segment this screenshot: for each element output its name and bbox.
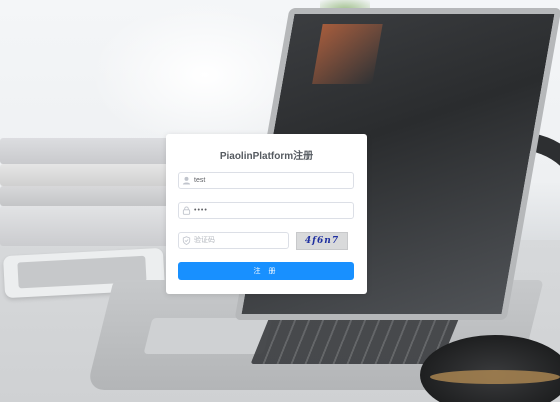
captcha-text: 4f6n7 [304,236,340,246]
cup-rim [430,370,560,384]
register-card: PiaolinPlatform注册 4f6n7 注 册 [166,134,367,294]
book [0,138,175,164]
book [0,186,175,206]
verify-code-field[interactable] [178,232,289,249]
lock-icon [182,206,191,215]
verify-code-input[interactable] [194,233,284,248]
username-input[interactable] [194,173,349,188]
shield-icon [182,236,191,245]
captcha-image[interactable]: 4f6n7 [296,232,348,250]
form-title: PiaolinPlatform注册 [219,151,314,162]
screen-glare [312,24,383,84]
user-icon [182,176,191,185]
laptop-trackpad [143,318,273,354]
username-field[interactable] [178,172,354,189]
book [0,164,175,186]
password-input[interactable] [194,203,349,218]
book [0,206,175,246]
register-button[interactable]: 注 册 [178,262,354,280]
password-field[interactable] [178,202,354,219]
